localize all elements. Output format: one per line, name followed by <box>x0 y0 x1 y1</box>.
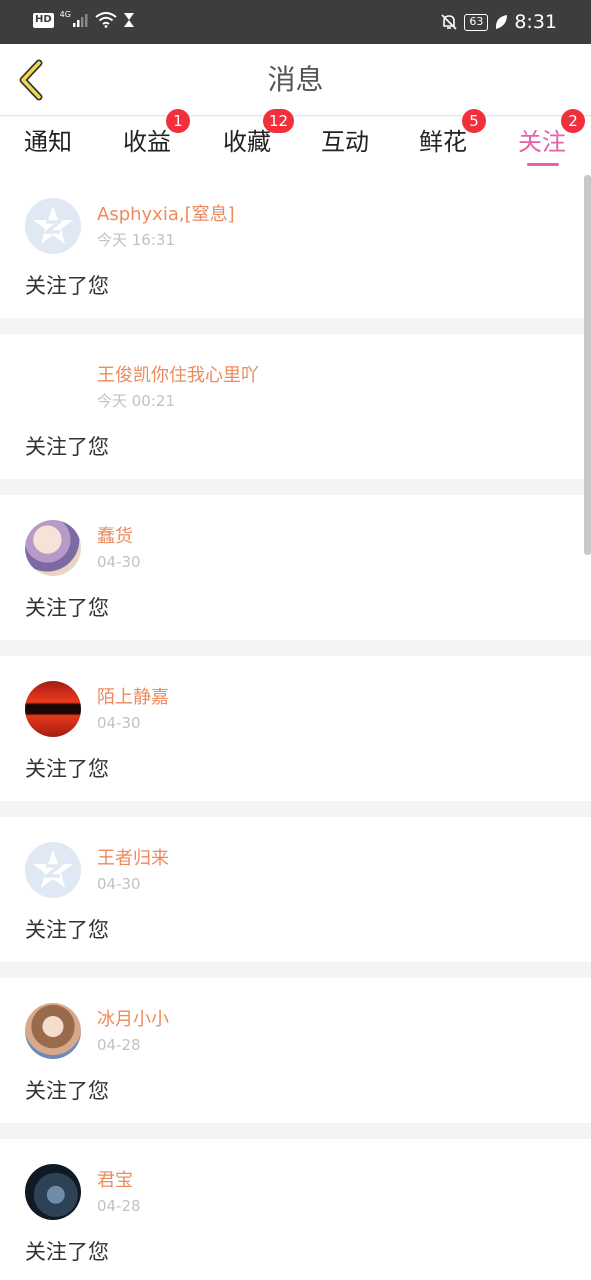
list-item[interactable]: 陌上静嘉 04-30 关注了您 <box>0 656 591 801</box>
page-title: 消息 <box>267 63 324 96</box>
dark-photo-avatar[interactable] <box>25 1164 81 1220</box>
list-item[interactable]: Asphyxia,[窒息] 今天 16:31 关注了您 <box>0 173 591 318</box>
username[interactable]: 君宝 <box>97 1169 133 1193</box>
tab-label: 互动 <box>321 128 369 156</box>
username[interactable]: 陌上静嘉 <box>97 686 169 710</box>
timestamp: 04-28 <box>97 1197 141 1215</box>
timestamp: 04-28 <box>97 1036 141 1054</box>
wifi-icon <box>95 12 117 28</box>
timestamp: 04-30 <box>97 553 141 571</box>
tab-label: 鲜花 <box>419 128 467 156</box>
anime-girl-avatar[interactable] <box>25 520 81 576</box>
tab-label: 关注 <box>518 128 566 156</box>
notification-text: 关注了您 <box>25 435 109 459</box>
unread-badge: 1 <box>166 109 190 133</box>
default-avatar-glyph <box>33 850 73 888</box>
unread-badge: 5 <box>462 109 486 133</box>
notification-text: 关注了您 <box>25 596 109 620</box>
tab-label: 通知 <box>24 128 72 156</box>
username[interactable]: 王者归来 <box>97 847 169 871</box>
anime-girl-avatar[interactable] <box>25 1003 81 1059</box>
leaf-icon <box>496 15 508 29</box>
default-avatar-icon[interactable] <box>25 198 81 254</box>
status-bar: HD 4G 63 8:31 <box>0 0 591 44</box>
notification-text: 关注了您 <box>25 1079 109 1103</box>
username[interactable]: 蠢货 <box>97 525 133 549</box>
timestamp: 今天 16:31 <box>97 231 175 249</box>
hd-indicator: HD <box>33 12 54 28</box>
clock: 8:31 <box>514 11 557 33</box>
notification-text: 关注了您 <box>25 918 109 942</box>
mute-bell-icon <box>441 14 457 30</box>
notification-text: 关注了您 <box>25 1240 109 1264</box>
list-item[interactable]: 君宝 04-28 关注了您 <box>0 1139 591 1280</box>
tab-bar: 通知 收益 1 收藏 12 互动 鲜花 5 关注 2 <box>0 109 591 173</box>
network-type: 4G <box>59 9 71 19</box>
timestamp: 今天 00:21 <box>97 392 175 410</box>
list-item[interactable]: 王俊凯你住我心里吖 今天 00:21 关注了您 <box>0 334 591 479</box>
notification-text: 关注了您 <box>25 274 109 298</box>
timestamp: 04-30 <box>97 875 141 893</box>
list-item[interactable]: 冰月小小 04-28 关注了您 <box>0 978 591 1123</box>
list-item[interactable]: 蠢货 04-30 关注了您 <box>0 495 591 640</box>
active-tab-indicator <box>527 163 559 166</box>
signal-icon <box>72 14 88 27</box>
status-right: 63 8:31 <box>440 10 557 34</box>
username[interactable]: Asphyxia,[窒息] <box>97 203 235 227</box>
default-avatar-icon[interactable] <box>25 842 81 898</box>
app-header: 消息 <box>0 44 591 116</box>
status-left: HD 4G <box>33 9 135 28</box>
battery-indicator: 63 <box>464 13 489 31</box>
username[interactable]: 冰月小小 <box>97 1008 169 1032</box>
list-item[interactable]: 王者归来 04-30 关注了您 <box>0 817 591 962</box>
tab-label: 收藏 <box>223 128 271 156</box>
timestamp: 04-30 <box>97 714 141 732</box>
sunset-avatar[interactable] <box>25 681 81 737</box>
default-avatar-glyph <box>33 206 73 244</box>
hourglass-icon <box>123 13 134 27</box>
unread-badge: 12 <box>263 109 295 133</box>
tab-label: 收益 <box>123 128 171 156</box>
scrollbar[interactable] <box>584 175 591 555</box>
username[interactable]: 王俊凯你住我心里吖 <box>97 364 259 388</box>
unread-badge: 2 <box>561 109 585 133</box>
notification-text: 关注了您 <box>25 757 109 781</box>
